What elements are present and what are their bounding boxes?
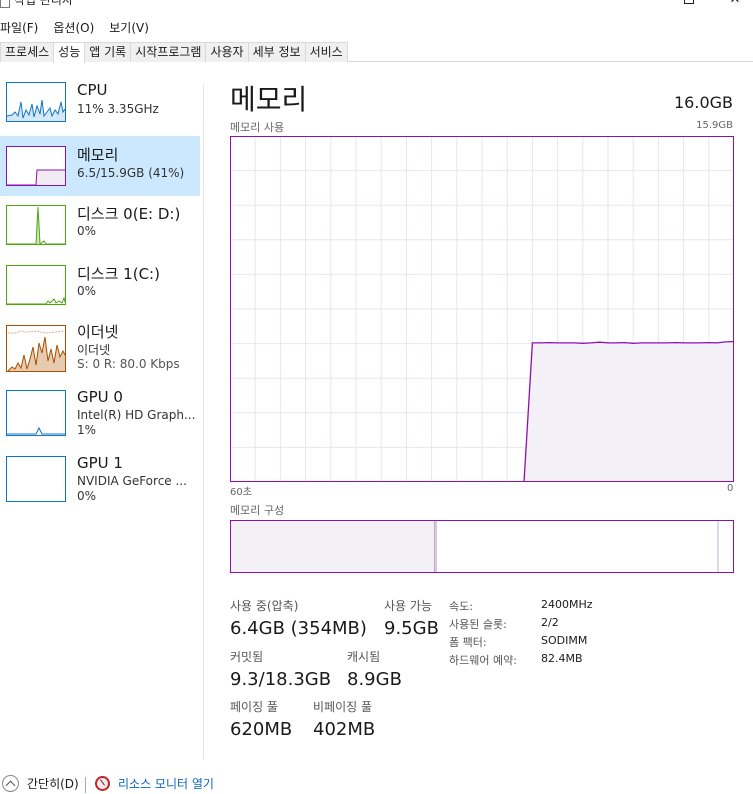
memory-composition-bar bbox=[230, 520, 734, 573]
stat-label: 사용 중(압축) bbox=[230, 599, 299, 613]
window-title: 작업 관리자 bbox=[14, 0, 74, 7]
menu-options[interactable]: 옵션(O) bbox=[53, 17, 101, 39]
tab-startup[interactable]: 시작프로그램 bbox=[130, 42, 207, 62]
stat-nonpaged-pool: 비페이징 풀 402MB bbox=[313, 698, 375, 740]
sidebar-item-name: GPU 0 bbox=[77, 388, 123, 406]
memory-usage-graph bbox=[230, 136, 735, 483]
menu-view[interactable]: 보기(V) bbox=[109, 17, 156, 39]
stat-value: 9.3/18.3GB bbox=[230, 669, 332, 690]
memory-thumbnail-graph bbox=[6, 146, 66, 186]
tab-processes[interactable]: 프로세스 bbox=[0, 42, 55, 62]
composition-modified bbox=[435, 521, 437, 572]
stat-value: 9.5GB bbox=[384, 618, 439, 639]
stat-label: 비페이징 풀 bbox=[313, 700, 373, 714]
stat-value: 620MB bbox=[230, 719, 293, 740]
title-bar: 작업 관리자 — ✕ bbox=[0, 0, 753, 14]
tab-app-history[interactable]: 앱 기록 bbox=[84, 42, 132, 62]
memory-total: 16.0GB bbox=[674, 93, 733, 112]
stat-label: 커밋됨 bbox=[230, 650, 264, 664]
stat-available: 사용 가능 9.5GB bbox=[384, 597, 439, 639]
cpu-thumbnail-graph bbox=[6, 82, 66, 122]
menu-bar: 파일(F) 옵션(O) 보기(V) bbox=[0, 17, 164, 39]
sidebar-item-disk-1[interactable]: 디스크 1(C:) 0% bbox=[0, 242, 200, 305]
maximize-button[interactable] bbox=[666, 0, 712, 12]
footer-bar: 간단히(D) 리소스 모니터 열기 bbox=[0, 775, 753, 794]
open-resource-monitor-link[interactable]: 리소스 모니터 열기 bbox=[95, 775, 214, 792]
sidebar-item-name: 디스크 1(C:) bbox=[77, 265, 160, 283]
graph-axis-end-label: 0 bbox=[727, 483, 734, 494]
gpu-0-thumbnail-graph bbox=[6, 390, 66, 436]
detail-value-hardware-reserved: 82.4MB bbox=[541, 652, 583, 665]
stat-label: 사용 가능 bbox=[384, 599, 432, 613]
stat-value: 6.4GB (354MB) bbox=[230, 618, 367, 639]
sidebar-item-usage: 1% bbox=[77, 423, 97, 437]
stat-label: 캐시됨 bbox=[347, 650, 381, 664]
stat-value: 8.9GB bbox=[347, 669, 402, 690]
gpu-1-thumbnail-graph bbox=[6, 456, 66, 502]
detail-key-slots: 사용된 슬롯: bbox=[449, 618, 507, 631]
graph-axis-start-label: 60초 bbox=[230, 487, 252, 498]
chevron-up-icon bbox=[2, 775, 19, 792]
sidebar-item-usage: 0% bbox=[77, 489, 97, 503]
detail-value-slots: 2/2 bbox=[541, 616, 559, 629]
stat-committed: 커밋됨 9.3/18.3GB bbox=[230, 648, 331, 690]
fewer-details-label: 간단히(D) bbox=[27, 777, 79, 791]
disk-1-thumbnail-graph bbox=[6, 265, 66, 305]
footer-separator bbox=[85, 777, 86, 793]
sidebar-item-detail: 11% 3.35GHz bbox=[77, 102, 159, 116]
ethernet-thumbnail-graph bbox=[6, 325, 66, 372]
fewer-details-button[interactable]: 간단히(D) bbox=[2, 775, 79, 792]
sidebar-item-disk-0[interactable]: 디스크 0(E: D:) 0% bbox=[0, 182, 200, 245]
memory-usage-max: 15.9GB bbox=[696, 120, 733, 131]
task-manager-icon bbox=[0, 0, 10, 8]
sidebar-item-detail: 6.5/15.9GB (41%) bbox=[77, 166, 185, 180]
memory-composition-label: 메모리 구성 bbox=[230, 504, 285, 517]
close-button[interactable]: ✕ bbox=[712, 0, 753, 12]
sidebar-item-name: GPU 1 bbox=[77, 454, 123, 472]
detail-key-form-factor: 폼 팩터: bbox=[449, 636, 487, 649]
resource-monitor-label: 리소스 모니터 열기 bbox=[118, 777, 214, 791]
stat-in-use: 사용 중(압축) 6.4GB (354MB) bbox=[230, 597, 367, 639]
tab-details[interactable]: 세부 정보 bbox=[247, 42, 306, 62]
sidebar-item-gpu-1[interactable]: GPU 1 NVIDIA GeForce ... 0% bbox=[0, 442, 200, 503]
sidebar-item-ethernet[interactable]: 이더넷 이더넷 S: 0 R: 80.0 Kbps bbox=[0, 302, 200, 372]
sidebar-item-name: CPU bbox=[77, 81, 108, 99]
composition-in-use bbox=[231, 521, 435, 572]
sidebar-item-detail: Intel(R) HD Graph... bbox=[77, 408, 196, 422]
sidebar-item-detail: NVIDIA GeForce ... bbox=[77, 474, 187, 488]
maximize-icon bbox=[684, 0, 694, 4]
stat-value: 402MB bbox=[313, 719, 376, 740]
resource-sidebar: CPU 11% 3.35GHz 메모리 6.5/15.9GB (41%) 디스크… bbox=[0, 62, 205, 762]
sidebar-item-name: 메모리 bbox=[77, 146, 119, 164]
detail-value-form-factor: SODIMM bbox=[541, 634, 588, 647]
detail-key-hardware-reserved: 하드웨어 예약: bbox=[449, 654, 517, 667]
disk-0-thumbnail-graph bbox=[6, 205, 66, 245]
tab-users[interactable]: 사용자 bbox=[205, 42, 249, 62]
composition-standby bbox=[717, 521, 719, 572]
menu-file[interactable]: 파일(F) bbox=[0, 17, 45, 39]
ethernet-throughput: S: 0 R: 80.0 Kbps bbox=[77, 357, 180, 371]
sidebar-item-detail: 이더넷 bbox=[77, 343, 111, 357]
panel-divider bbox=[203, 84, 204, 759]
stat-paged-pool: 페이징 풀 620MB bbox=[230, 698, 292, 740]
memory-usage-label: 메모리 사용 bbox=[230, 121, 285, 134]
sidebar-item-gpu-0[interactable]: GPU 0 Intel(R) HD Graph... 1% bbox=[0, 376, 200, 437]
tab-strip: 프로세스 성능 앱 기록 시작프로그램 사용자 세부 정보 서비스 bbox=[0, 42, 753, 63]
detail-value-speed: 2400MHz bbox=[541, 598, 593, 611]
tab-services[interactable]: 서비스 bbox=[304, 42, 348, 62]
sidebar-item-name: 디스크 0(E: D:) bbox=[77, 205, 181, 223]
page-title: 메모리 bbox=[230, 83, 308, 116]
stat-cached: 캐시됨 8.9GB bbox=[347, 648, 402, 690]
sidebar-item-cpu[interactable]: CPU 11% 3.35GHz bbox=[0, 62, 200, 122]
resource-monitor-icon bbox=[95, 776, 110, 791]
sidebar-item-detail: 0% bbox=[77, 224, 97, 238]
sidebar-item-detail: 0% bbox=[77, 284, 97, 298]
tab-performance[interactable]: 성능 bbox=[53, 42, 86, 63]
detail-key-speed: 속도: bbox=[449, 600, 473, 613]
sidebar-item-name: 이더넷 bbox=[77, 323, 119, 341]
stat-label: 페이징 풀 bbox=[230, 700, 278, 714]
